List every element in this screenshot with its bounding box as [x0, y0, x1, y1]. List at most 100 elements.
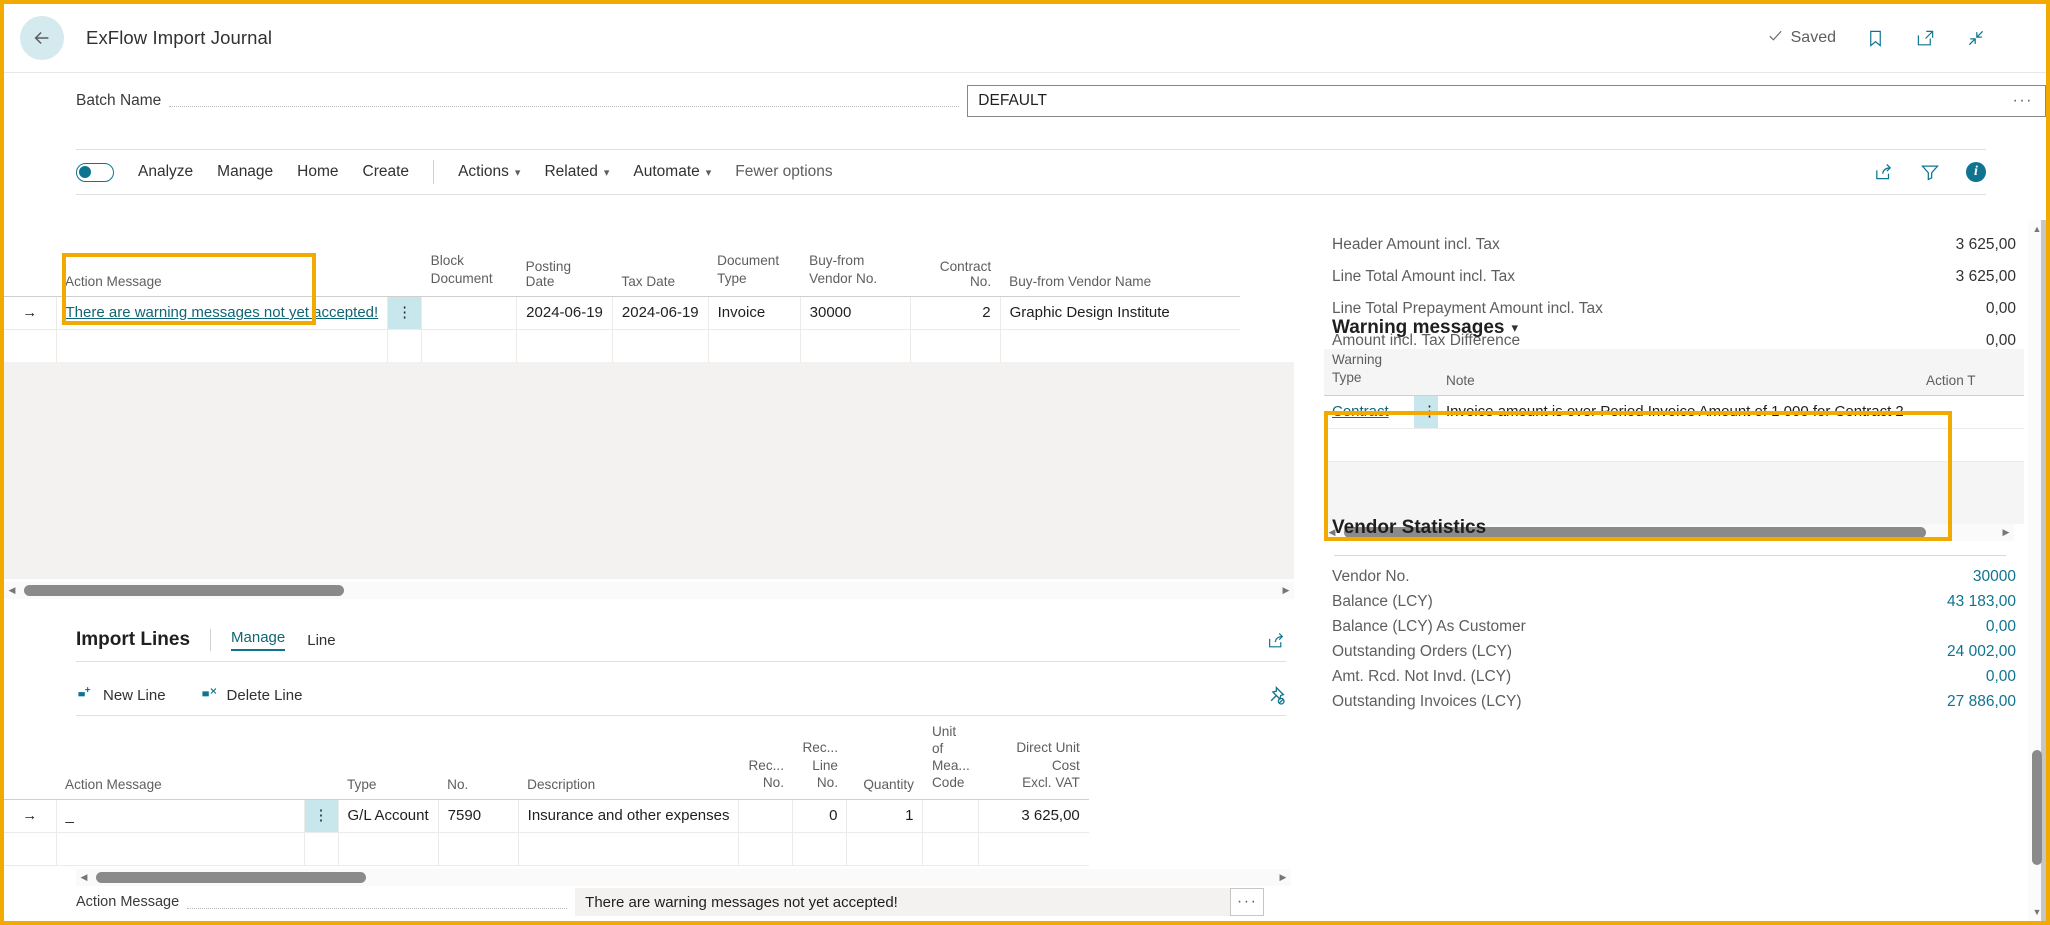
cell-action-message[interactable] — [56, 832, 304, 865]
info-icon[interactable]: i — [1966, 162, 1986, 182]
cell-rec-no[interactable] — [739, 799, 793, 832]
row-menu-button[interactable]: ⋮ — [388, 296, 422, 329]
table-row-empty[interactable] — [1324, 428, 2024, 461]
hscroll-track[interactable] — [20, 582, 1278, 599]
col-buy-from-vendor-no[interactable]: Buy-fromVendor No. — [800, 244, 910, 296]
ribbon-item-create[interactable]: Create — [363, 163, 410, 181]
cell-block-document[interactable] — [422, 329, 517, 362]
vendor-stat-value[interactable]: 30000 — [1973, 568, 2016, 586]
cell-posting-date[interactable]: 2024-06-19 — [517, 296, 613, 329]
scroll-right-arrow[interactable]: ▶ — [1278, 585, 1294, 596]
cell-no[interactable] — [438, 832, 518, 865]
cell-row-menu[interactable] — [1414, 428, 1438, 461]
back-button[interactable] — [20, 16, 64, 60]
cell-buy-from-vendor-no[interactable] — [800, 329, 910, 362]
action-message-link[interactable]: There are warning messages not yet accep… — [66, 304, 379, 321]
delete-line-button[interactable]: Delete Line — [200, 685, 303, 706]
col-tax-date[interactable]: Tax Date — [612, 244, 708, 296]
scroll-right-arrow[interactable]: ▶ — [1275, 872, 1291, 883]
vendor-stat-value[interactable]: 27 886,00 — [1947, 693, 2016, 711]
scroll-up-arrow[interactable]: ▲ — [2028, 220, 2046, 238]
status-action-message-field[interactable]: There are warning messages not yet accep… — [575, 888, 1230, 916]
chevron-down-icon[interactable]: ▾ — [1511, 320, 1518, 336]
cell-action-type[interactable] — [1918, 395, 2024, 428]
col-contract-no[interactable]: Contract No. — [910, 244, 1000, 296]
collapse-icon[interactable] — [1966, 28, 1986, 48]
cell-tax-date[interactable]: 2024-06-19 — [612, 296, 708, 329]
cell-direct-unit-cost[interactable] — [979, 832, 1089, 865]
cell-buy-from-vendor-name[interactable]: Graphic Design Institute — [1000, 296, 1240, 329]
cell-quantity[interactable]: 1 — [847, 799, 923, 832]
cell-rec-no[interactable] — [739, 832, 793, 865]
ribbon-item-analyze[interactable]: Analyze — [138, 163, 193, 181]
cell-contract-no[interactable]: 2 — [910, 296, 1000, 329]
cell-type[interactable]: G/L Account — [338, 799, 438, 832]
ribbon-item-home[interactable]: Home — [297, 163, 338, 181]
ribbon-fewer-options[interactable]: Fewer options — [735, 163, 832, 181]
col-block-document[interactable]: BlockDocument — [422, 244, 517, 296]
vendor-stat-value[interactable]: 43 183,00 — [1947, 593, 2016, 611]
cell-unit-of-measure-code[interactable] — [923, 799, 979, 832]
cell-rec-line-no[interactable]: 0 — [793, 799, 847, 832]
open-in-new-window-icon[interactable] — [1915, 29, 1936, 48]
cell-row-menu[interactable] — [388, 329, 422, 362]
cell-warning-type[interactable] — [1324, 428, 1414, 461]
col-document-type[interactable]: DocumentType — [708, 244, 800, 296]
tab-manage[interactable]: Manage — [231, 629, 285, 651]
table-row-empty[interactable] — [4, 832, 1089, 865]
row-menu-button[interactable]: ⋮ — [1414, 395, 1438, 428]
filter-icon[interactable] — [1920, 162, 1940, 182]
page-vscrollbar[interactable]: ▲ ▼ — [2028, 220, 2046, 921]
cell-unit-of-measure-code[interactable] — [923, 832, 979, 865]
cell-action-type[interactable] — [1918, 428, 2024, 461]
vendor-stat-value[interactable]: 0,00 — [1986, 668, 2016, 686]
scroll-left-arrow[interactable]: ◀ — [4, 585, 20, 596]
hscroll-thumb[interactable] — [96, 872, 366, 883]
cell-note[interactable] — [1438, 428, 1918, 461]
table-row[interactable]: → There are warning messages not yet acc… — [4, 296, 1240, 329]
col-rec-line-no[interactable]: Rec...LineNo. — [793, 724, 847, 799]
ribbon-menu-automate[interactable]: Automate ▾ — [633, 163, 711, 181]
ribbon-item-manage[interactable]: Manage — [217, 163, 273, 181]
col-direct-unit-cost[interactable]: Direct Unit CostExcl. VAT — [979, 724, 1089, 799]
cell-action-message[interactable]: _ — [56, 799, 304, 832]
col-action-message[interactable]: Action Message — [56, 724, 304, 799]
cell-document-type[interactable]: Invoice — [708, 296, 800, 329]
cell-no[interactable]: 7590 — [438, 799, 518, 832]
col-type[interactable]: Type — [338, 724, 438, 799]
share-icon[interactable] — [1266, 631, 1286, 650]
cell-posting-date[interactable] — [517, 329, 613, 362]
table-row[interactable]: Contract ⋮ Invoice amount is over Period… — [1324, 395, 2024, 428]
tab-line[interactable]: Line — [307, 632, 335, 649]
status-lookup-button[interactable]: ··· — [1230, 888, 1264, 916]
col-action-message[interactable]: Action Message — [56, 244, 388, 296]
cell-action-message[interactable]: There are warning messages not yet accep… — [56, 296, 388, 329]
cell-rec-line-no[interactable] — [793, 832, 847, 865]
col-note[interactable]: Note — [1438, 349, 1918, 395]
unpin-icon[interactable] — [1265, 685, 1286, 706]
cell-block-document[interactable] — [422, 296, 517, 329]
analyze-toggle[interactable] — [76, 163, 114, 182]
vscroll-thumb[interactable] — [2032, 750, 2042, 865]
hscroll-thumb[interactable] — [24, 585, 344, 596]
cell-warning-type[interactable]: Contract — [1324, 395, 1414, 428]
cell-document-type[interactable] — [708, 329, 800, 362]
cell-description[interactable]: Insurance and other expenses — [518, 799, 739, 832]
table-row-empty[interactable] — [4, 329, 1240, 362]
cell-contract-no[interactable] — [910, 329, 1000, 362]
share-icon[interactable] — [1873, 162, 1894, 182]
row-menu-button[interactable]: ⋮ — [304, 799, 338, 832]
batch-name-input[interactable]: DEFAULT ··· — [967, 85, 2046, 117]
cell-quantity[interactable] — [847, 832, 923, 865]
cell-row-menu[interactable] — [304, 832, 338, 865]
warning-type-link[interactable]: Contract — [1332, 403, 1389, 420]
cell-buy-from-vendor-no[interactable]: 30000 — [800, 296, 910, 329]
cell-direct-unit-cost[interactable]: 3 625,00 — [979, 799, 1089, 832]
cell-note[interactable]: Invoice amount is over Period Invoice Am… — [1438, 395, 1918, 428]
ribbon-menu-related[interactable]: Related ▾ — [544, 163, 609, 181]
bookmark-icon[interactable] — [1866, 28, 1885, 49]
col-warning-type[interactable]: WarningType — [1324, 349, 1414, 395]
scroll-left-arrow[interactable]: ◀ — [76, 872, 92, 883]
cell-type[interactable] — [338, 832, 438, 865]
header-grid-hscrollbar[interactable]: ◀ ▶ — [4, 582, 1294, 599]
